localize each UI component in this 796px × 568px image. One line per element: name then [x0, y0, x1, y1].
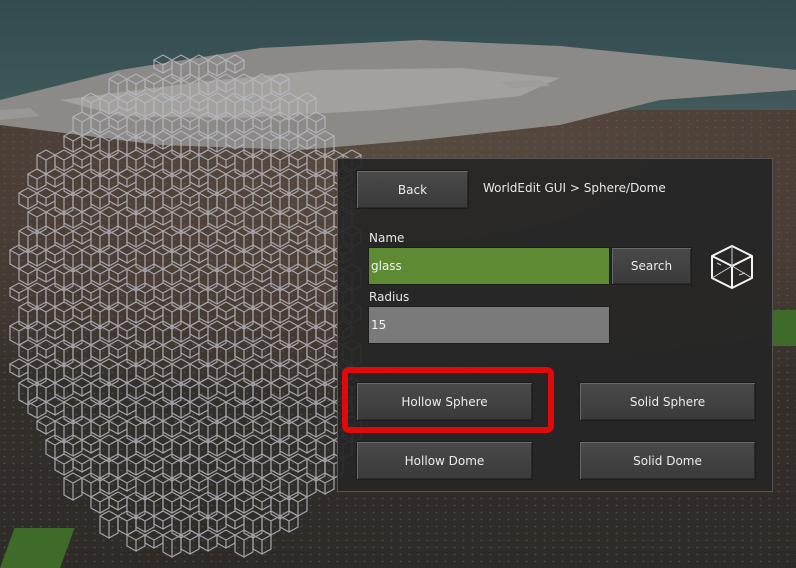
name-label: Name [369, 231, 405, 245]
solid-sphere-button[interactable]: Solid Sphere [579, 382, 756, 421]
breadcrumb: WorldEdit GUI > Sphere/Dome [483, 181, 666, 195]
hollow-dome-button[interactable]: Hollow Dome [356, 441, 533, 480]
block-name-input[interactable]: glass [368, 247, 610, 285]
back-button[interactable]: Back [356, 170, 469, 209]
search-button[interactable]: Search [611, 247, 692, 285]
worldedit-sphere-panel: Back WorldEdit GUI > Sphere/Dome Name gl… [337, 158, 773, 492]
solid-dome-button[interactable]: Solid Dome [579, 441, 756, 480]
radius-label: Radius [369, 290, 410, 304]
radius-input[interactable]: 15 [368, 306, 610, 344]
selection-highlight [342, 367, 554, 433]
glass-block-icon[interactable] [709, 243, 755, 291]
